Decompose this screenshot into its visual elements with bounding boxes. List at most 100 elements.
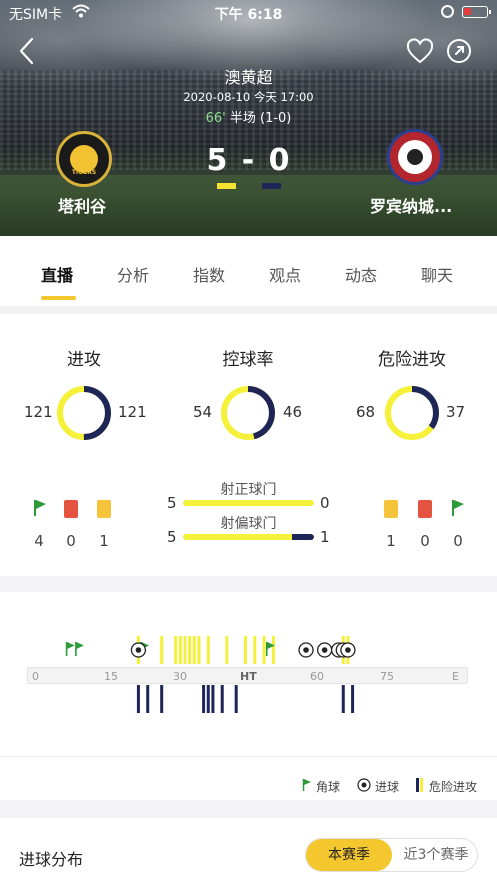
home-team-logo[interactable]: TIGERS — [56, 131, 112, 187]
home-yellow-count: 1 — [99, 532, 109, 550]
legend-corner-icon — [302, 779, 311, 791]
match-datetime: 2020-08-10 今天 17:00 — [183, 90, 314, 104]
possession-donut — [221, 386, 275, 440]
goal-marker-icon — [130, 642, 147, 658]
favorite-heart-icon[interactable] — [406, 38, 434, 66]
shots-off-home-value: 5 — [167, 528, 177, 546]
last-3-seasons-option[interactable]: 近3个赛季 — [394, 839, 478, 871]
away-team-name[interactable]: 罗宾纳城... — [370, 193, 452, 217]
home-danger-mark — [160, 636, 164, 664]
home-danger-mark — [253, 636, 257, 664]
tab-live[interactable]: 直播 — [41, 262, 73, 286]
danger-attack-donut — [385, 386, 439, 440]
match-stats-card: 进攻 控球率 危险进攻 121 121 54 46 68 37 4 0 1 1 … — [0, 314, 497, 576]
back-icon[interactable] — [16, 36, 38, 66]
away-danger-mark — [202, 685, 206, 713]
home-danger-mark — [192, 636, 196, 664]
goal-marker-icon — [340, 642, 356, 658]
shots-on-away-value: 0 — [320, 494, 330, 512]
home-danger-mark — [225, 636, 229, 664]
away-danger-mark — [160, 685, 164, 713]
possession-away-value: 46 — [283, 403, 303, 421]
away-danger-mark — [351, 685, 355, 713]
home-danger-mark — [183, 636, 187, 664]
shots-off-away-value: 1 — [320, 528, 330, 546]
share-icon[interactable] — [446, 38, 472, 64]
this-season-option[interactable]: 本赛季 — [306, 839, 392, 871]
danger-home-value: 68 — [356, 403, 376, 421]
legend-goal-label: 进球 — [375, 780, 400, 794]
home-danger-mark — [206, 636, 210, 664]
shots-on-home-value: 5 — [167, 494, 177, 512]
tab-opinions[interactable]: 观点 — [269, 262, 301, 286]
battery-icon — [462, 6, 491, 18]
home-danger-mark — [178, 636, 182, 664]
tab-odds[interactable]: 指数 — [193, 262, 225, 286]
shots-off-target-label: 射偏球门 — [220, 516, 277, 532]
legend-corner-label: 角球 — [316, 780, 341, 794]
legend-goal-icon — [357, 778, 371, 792]
home-red-count: 0 — [66, 532, 76, 550]
tick-75: 75 — [380, 670, 394, 683]
tick-30: 30 — [173, 670, 187, 683]
home-danger-mark — [197, 636, 201, 664]
home-corners-count: 4 — [34, 532, 44, 550]
away-corners-count: 0 — [453, 532, 463, 550]
home-danger-mark — [262, 636, 266, 664]
away-team-logo[interactable] — [387, 129, 443, 185]
tick-end: E — [452, 670, 459, 683]
away-color-bar — [262, 183, 281, 189]
away-danger-mark — [211, 685, 215, 713]
attack-label: 进攻 — [67, 350, 101, 370]
away-yellow-count: 1 — [386, 532, 396, 550]
match-score: 5 - 0 — [206, 143, 292, 178]
status-bar: 无SIM卡 下午 6:18 — [0, 0, 497, 26]
active-tab-indicator — [41, 296, 76, 300]
goal-marker-icon — [316, 642, 333, 658]
corner-marker-icon — [65, 642, 75, 656]
status-time: 下午 6:18 — [214, 7, 283, 23]
tab-chat[interactable]: 聊天 — [421, 262, 453, 286]
match-status: 66' 半场 (1-0) — [0, 107, 497, 126]
tick-15: 15 — [104, 670, 118, 683]
tab-bar: 直播 分析 指数 观点 动态 聊天 — [0, 236, 497, 306]
home-danger-mark — [174, 636, 178, 664]
goal-distribution-section: 进球分布 本赛季 近3个赛季 — [0, 818, 497, 883]
match-minute: 66' — [205, 111, 226, 126]
away-red-count: 0 — [420, 532, 430, 550]
shots-on-target-bar — [183, 500, 314, 506]
event-timeline: 0 15 30 HT 60 75 E 角球 进球 危险进攻 — [0, 592, 497, 800]
tick-60: 60 — [310, 670, 324, 683]
home-logo-text: TIGERS — [71, 169, 97, 176]
rotation-lock-icon — [441, 5, 454, 18]
attack-away-value: 121 — [118, 403, 147, 421]
home-team-name[interactable]: 塔利谷 — [58, 193, 106, 217]
away-danger-mark — [234, 685, 238, 713]
danger-away-value: 37 — [446, 403, 466, 421]
soccer-ball-emblem — [404, 146, 426, 168]
match-period: 半场 (1-0) — [229, 111, 292, 126]
league-name: 澳黄超 — [224, 68, 273, 87]
shots-on-target-label: 射正球门 — [220, 482, 277, 498]
attack-home-value: 121 — [24, 403, 53, 421]
away-danger-mark — [220, 685, 224, 713]
home-danger-mark — [271, 636, 275, 664]
tick-ht: HT — [240, 670, 257, 683]
away-danger-mark — [136, 685, 140, 713]
tab-updates[interactable]: 动态 — [345, 262, 377, 286]
danger-attack-label: 危险进攻 — [378, 350, 446, 370]
away-danger-mark — [341, 685, 345, 713]
corner-marker-icon — [75, 642, 84, 656]
away-danger-mark — [146, 685, 150, 713]
tab-analysis[interactable]: 分析 — [117, 262, 149, 286]
attack-donut — [57, 386, 111, 440]
possession-home-value: 54 — [193, 403, 213, 421]
away-danger-mark — [206, 685, 210, 713]
home-color-bar — [217, 183, 236, 189]
timeline-divider — [0, 756, 497, 757]
shots-off-target-bar — [183, 534, 314, 540]
possession-label: 控球率 — [222, 350, 274, 370]
goal-marker-icon — [298, 642, 314, 658]
home-danger-mark — [244, 636, 247, 664]
legend-danger-icon — [416, 778, 423, 792]
